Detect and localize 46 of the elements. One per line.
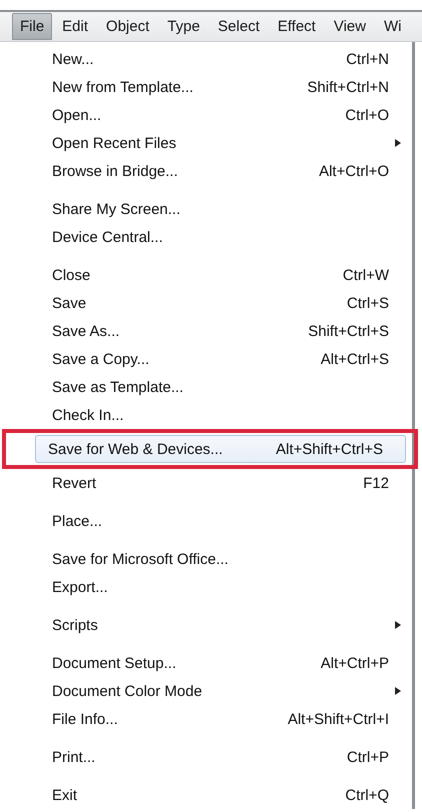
menu-bar-item[interactable]: Type [159,13,208,40]
shortcut-text: Shift+Ctrl+N [307,78,390,96]
menu-item[interactable]: Save As... Shift+Ctrl+S [35,317,412,345]
menu-item[interactable]: Share My Screen... [35,195,412,223]
shortcut-text: Ctrl+W [342,266,390,284]
menu-item[interactable]: Close Ctrl+W [35,261,412,289]
menu-item[interactable]: Export... [35,573,412,601]
menu-item[interactable]: Print... Ctrl+P [35,743,412,771]
menu-item[interactable]: Check In... [35,401,412,429]
menu-item[interactable]: Document Setup... Alt+Ctrl+P [35,649,412,677]
menu-item[interactable]: Device Central... [35,223,412,251]
shortcut-text: Alt+Ctrl+P [320,654,390,672]
menu-item[interactable]: Place... [35,507,412,535]
shortcut-text: Alt+Shift+Ctrl+S [276,440,384,458]
menu-item[interactable]: Revert F12 [35,469,412,497]
menu-item[interactable]: Save as Template... [35,373,412,401]
menu-bar-item[interactable]: Effect [270,13,324,40]
menu-item[interactable]: Save Ctrl+S [35,289,412,317]
shortcut-text: Ctrl+P [346,748,390,766]
shortcut-text: F12 [363,474,390,492]
menu-item[interactable]: Browse in Bridge... Alt+Ctrl+O [35,157,412,185]
shortcut-text: Shift+Ctrl+S [308,322,390,340]
menu-item[interactable]: Exit Ctrl+Q [35,781,412,809]
menu-item[interactable]: Save for Microsoft Office... [35,545,412,573]
menu-bar-item[interactable]: View [326,13,374,40]
menu-item[interactable]: Document Color Mode [35,677,412,705]
menu-bar-item[interactable]: Select [210,13,268,40]
menu-item[interactable]: File Info... Alt+Shift+Ctrl+I [35,705,412,733]
shortcut-text: Alt+Ctrl+S [320,350,390,368]
menu-bar-item[interactable]: File [12,13,52,40]
shortcut-text: Ctrl+S [346,294,390,312]
menu-bar-item[interactable]: Edit [54,13,96,40]
shortcut-text: Ctrl+O [345,106,390,124]
shortcut-text: Alt+Ctrl+O [318,162,390,180]
shortcut-text: Ctrl+Q [345,786,390,804]
menu-item[interactable]: Save a Copy... Alt+Ctrl+S [35,345,412,373]
menu-item[interactable]: New... Ctrl+N [35,45,412,73]
menu-item[interactable]: Open Recent Files [35,129,412,157]
menu-item[interactable]: Open... Ctrl+O [35,101,412,129]
menu-item[interactable]: Save for Web & Devices... Alt+Shift+Ctrl+S [35,435,406,463]
menu-item[interactable]: Scripts [35,611,412,639]
menu-bar-item[interactable]: Object [98,13,158,40]
menu-item[interactable]: New from Template... Shift+Ctrl+N [35,73,412,101]
shortcut-text: Ctrl+N [346,50,390,68]
shortcut-text: Alt+Shift+Ctrl+I [288,710,390,728]
menu-bar-item[interactable]: Wi [376,13,410,40]
